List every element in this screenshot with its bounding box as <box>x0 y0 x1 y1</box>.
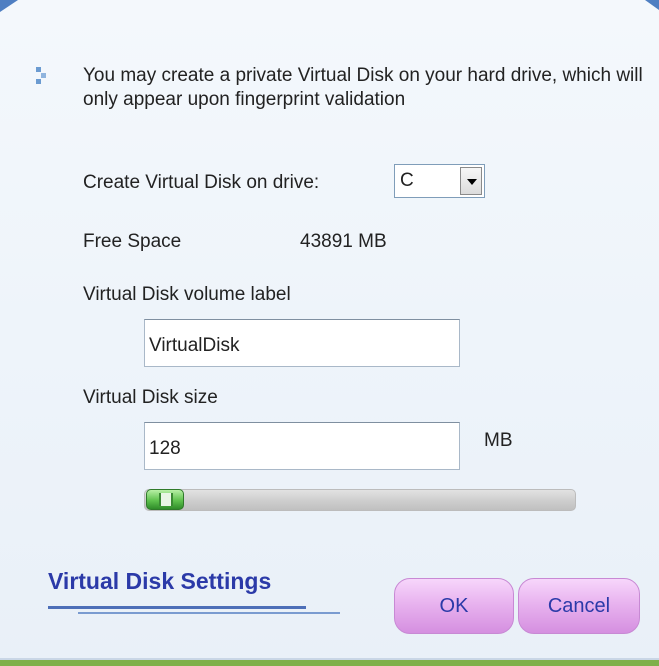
free-space-label: Free Space <box>83 231 182 252</box>
drive-select[interactable]: C <box>394 164 485 198</box>
bullet-arrow-icon <box>36 67 46 84</box>
intro-description: You may create a private Virtual Disk on… <box>83 65 643 110</box>
window-corner-accent <box>0 0 18 12</box>
window-corner-accent-right <box>645 0 659 10</box>
disk-size-heading: Virtual Disk size <box>83 387 218 408</box>
bottom-edge-bar <box>0 660 659 666</box>
ok-button[interactable]: OK <box>394 578 514 634</box>
volume-label-input[interactable] <box>144 319 460 367</box>
disk-size-slider-thumb[interactable] <box>146 489 184 510</box>
drive-select-value: C <box>400 170 414 191</box>
title-underline-secondary <box>78 612 340 614</box>
drive-label: Create Virtual Disk on drive: <box>83 172 320 193</box>
section-title-block: Virtual Disk Settings <box>48 568 340 614</box>
virtual-disk-dialog: You may create a private Virtual Disk on… <box>0 0 659 666</box>
cancel-button[interactable]: Cancel <box>518 578 640 634</box>
disk-size-input[interactable] <box>144 422 460 470</box>
section-title: Virtual Disk Settings <box>48 568 272 594</box>
volume-label-heading: Virtual Disk volume label <box>83 284 291 305</box>
free-space-value: 43891 MB <box>300 231 387 252</box>
title-underline <box>48 606 306 609</box>
disk-size-unit: MB <box>484 430 513 451</box>
chevron-down-icon[interactable] <box>460 167 482 195</box>
disk-size-slider-track[interactable] <box>144 489 576 511</box>
